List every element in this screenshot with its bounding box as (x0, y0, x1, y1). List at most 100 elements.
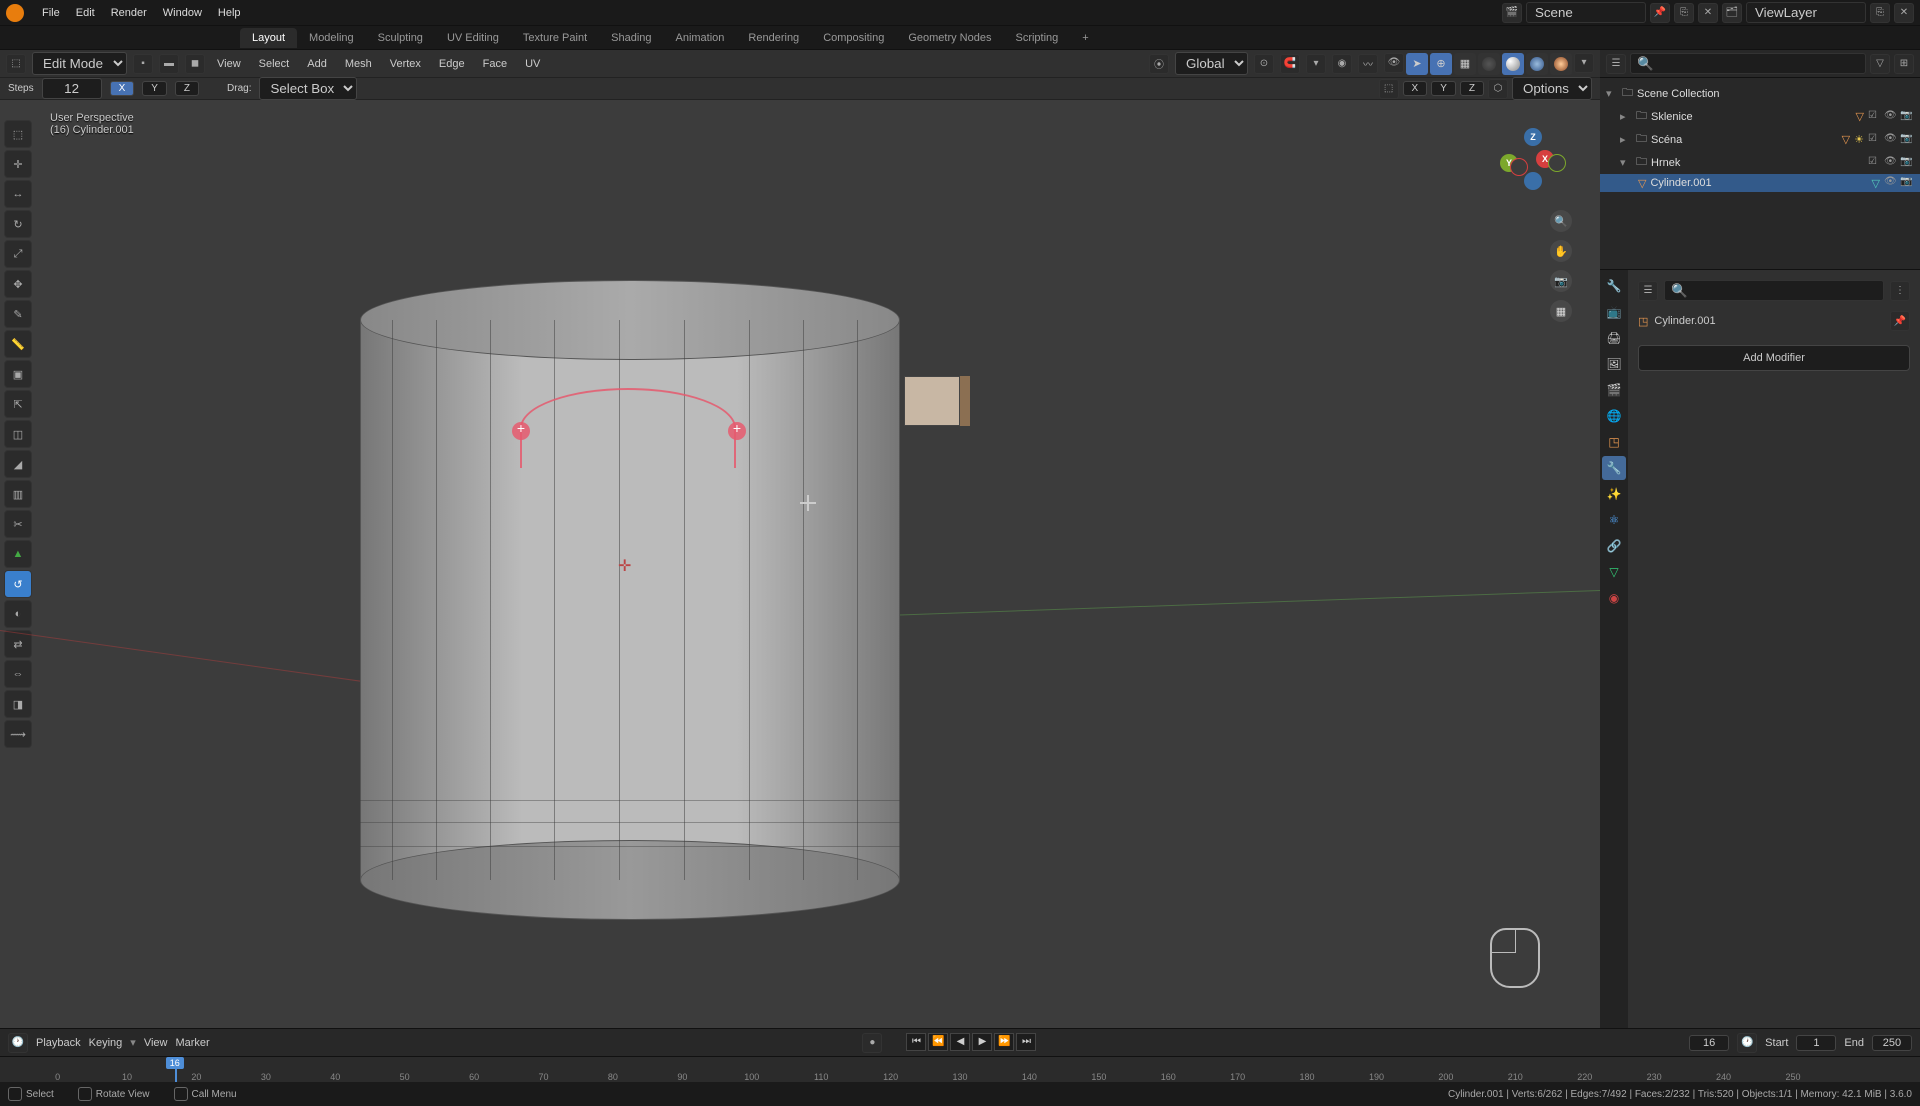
axis-y-toggle[interactable]: Y (142, 81, 167, 96)
face-select-icon[interactable]: ◼ (185, 54, 205, 74)
tab-animation[interactable]: Animation (664, 28, 737, 48)
prop-breadcrumb-icon[interactable]: ☰ (1638, 281, 1658, 301)
automerge-icon[interactable]: ⬡ (1488, 79, 1508, 99)
vertex-select-icon[interactable]: ▪ (133, 54, 153, 74)
snap-icon[interactable]: 🧲 (1280, 54, 1300, 74)
snap-type-icon[interactable]: ▾ (1306, 54, 1326, 74)
prop-options-icon[interactable]: ⋮ (1890, 281, 1910, 301)
nav-axis-neg-y[interactable] (1548, 154, 1566, 172)
tree-item-scena[interactable]: ▸🗀 Scéna ▽☀ ☑👁📷 (1600, 128, 1920, 151)
tab-scripting[interactable]: Scripting (1003, 28, 1070, 48)
prop-tab-data[interactable]: ▽ (1602, 560, 1626, 584)
edge-select-icon[interactable]: ▬ (159, 54, 179, 74)
menu-help[interactable]: Help (210, 7, 249, 19)
nav-axis-z[interactable]: Z (1524, 128, 1542, 146)
menu-edit[interactable]: Edit (68, 7, 103, 19)
scene-browse-icon[interactable]: 🎬 (1502, 3, 1522, 23)
outliner-new-collection-icon[interactable]: ⊞ (1894, 54, 1914, 74)
tab-compositing[interactable]: Compositing (811, 28, 896, 48)
current-frame-input[interactable]: 16 (1689, 1035, 1729, 1051)
axis-y-display[interactable]: Y (1431, 81, 1456, 96)
menu-render[interactable]: Render (103, 7, 155, 19)
steps-input[interactable] (42, 78, 102, 99)
jump-end-icon[interactable]: ⏭ (1016, 1033, 1036, 1051)
tree-item-cylinder[interactable]: ▽ Cylinder.001 ▽ 👁📷 (1600, 174, 1920, 192)
editor-type-icon[interactable]: ⬚ (6, 54, 26, 74)
drag-dropdown[interactable]: Select Box (259, 77, 357, 100)
nav-axis-neg-z[interactable] (1524, 172, 1542, 190)
viewlayer-input[interactable] (1746, 2, 1866, 23)
vp-menu-mesh[interactable]: Mesh (339, 58, 378, 70)
shade-solid-icon[interactable] (1502, 53, 1524, 75)
tree-item-hrnek[interactable]: ▾🗀 Hrnek ☑👁📷 (1600, 151, 1920, 174)
xray-icon[interactable]: ▦ (1454, 53, 1476, 75)
menu-window[interactable]: Window (155, 7, 210, 19)
prop-tab-material[interactable]: ◉ (1602, 586, 1626, 610)
perspective-icon[interactable]: ▦ (1550, 300, 1572, 322)
pan-icon[interactable]: ✋ (1550, 240, 1572, 262)
axis-x-toggle[interactable]: X (110, 81, 135, 96)
tab-modeling[interactable]: Modeling (297, 28, 366, 48)
options-dropdown[interactable]: Options (1512, 77, 1592, 100)
outliner-filter-icon[interactable]: ▽ (1870, 54, 1890, 74)
tab-texturepaint[interactable]: Texture Paint (511, 28, 599, 48)
shade-options-icon[interactable]: ▾ (1574, 53, 1594, 73)
tab-rendering[interactable]: Rendering (736, 28, 811, 48)
jump-start-icon[interactable]: ⏮ (906, 1033, 926, 1051)
spin-gizmo-arc[interactable] (520, 388, 736, 468)
pin-icon[interactable]: 📌 (1890, 311, 1910, 331)
nav-axis-neg-x[interactable] (1510, 158, 1528, 176)
tab-add[interactable]: + (1070, 28, 1100, 48)
axis-z-display[interactable]: Z (1460, 81, 1484, 96)
prop-tab-scene[interactable]: 🎬 (1602, 378, 1626, 402)
scene-delete-icon[interactable]: ✕ (1698, 3, 1718, 23)
scene-pin-icon[interactable]: 📌 (1650, 3, 1670, 23)
pivot-icon[interactable]: ⊙ (1254, 54, 1274, 74)
menu-file[interactable]: File (34, 7, 68, 19)
visibility-icon[interactable]: 👁 (1384, 53, 1404, 73)
tree-scene-collection[interactable]: ▾🗀 Scene Collection (1600, 82, 1920, 105)
tl-menu-view[interactable]: View (144, 1037, 168, 1049)
outliner-search[interactable] (1630, 53, 1866, 74)
play-icon[interactable]: ▶ (972, 1033, 992, 1051)
preview-range-icon[interactable]: 🕐 (1737, 1033, 1757, 1053)
prop-tab-world[interactable]: 🌐 (1602, 404, 1626, 428)
shade-rendered-icon[interactable] (1550, 53, 1572, 75)
scene-new-icon[interactable]: ⎘ (1674, 3, 1694, 23)
viewlayer-delete-icon[interactable]: ✕ (1894, 3, 1914, 23)
timeline-editor-icon[interactable]: 🕐 (8, 1033, 28, 1053)
play-reverse-icon[interactable]: ◀ (950, 1033, 970, 1051)
tab-sculpting[interactable]: Sculpting (366, 28, 435, 48)
spin-gizmo-plus-left[interactable]: + (512, 422, 530, 440)
prop-tab-output[interactable]: 🖨 (1602, 326, 1626, 350)
keyframe-next-icon[interactable]: ⏩ (994, 1033, 1014, 1051)
shade-wire-icon[interactable] (1478, 53, 1500, 75)
tl-menu-keying[interactable]: Keying (89, 1037, 123, 1049)
zoom-icon[interactable]: 🔍 (1550, 210, 1572, 232)
viewlayer-icon[interactable]: 🗂 (1722, 3, 1742, 23)
orientation-icon[interactable]: ⦿ (1149, 54, 1169, 74)
prop-search[interactable] (1664, 280, 1884, 301)
axis-x-display[interactable]: X (1403, 81, 1428, 96)
vp-menu-select[interactable]: Select (253, 58, 296, 70)
overlay-toggle-icon[interactable]: ⊕ (1430, 53, 1452, 75)
proportional-icon[interactable]: ◉ (1332, 54, 1352, 74)
tl-menu-marker[interactable]: Marker (175, 1037, 209, 1049)
vp-menu-edge[interactable]: Edge (433, 58, 471, 70)
tab-geometrynodes[interactable]: Geometry Nodes (896, 28, 1003, 48)
mesh-display-icon[interactable]: ⬚ (1379, 79, 1399, 99)
tree-item-sklenice[interactable]: ▸🗀 Sklenice ▽ ☑👁📷 (1600, 105, 1920, 128)
camera-icon[interactable]: 📷 (1550, 270, 1572, 292)
keyframe-prev-icon[interactable]: ⏪ (928, 1033, 948, 1051)
scene-name-input[interactable] (1526, 2, 1646, 23)
prop-tab-modifier[interactable]: 🔧 (1602, 456, 1626, 480)
end-frame-input[interactable]: 250 (1872, 1035, 1912, 1051)
prop-tab-viewlayer[interactable]: 🖼 (1602, 352, 1626, 376)
mode-dropdown[interactable]: Edit Mode (32, 52, 127, 75)
3d-viewport[interactable]: ⬚ ✛ ↔ ↻ ⤢ ✥ ✎ 📏 ▣ ⇱ ◫ ◢ ▥ ✂ ▲ ↺ ◐ ⇄ ⇔ ◨ (0, 100, 1600, 1028)
tab-shading[interactable]: Shading (599, 28, 663, 48)
tab-uvediting[interactable]: UV Editing (435, 28, 511, 48)
timeline-track[interactable]: 16 0102030405060708090100110120130140150… (0, 1056, 1920, 1082)
tl-menu-playback[interactable]: Playback (36, 1037, 81, 1049)
vp-menu-add[interactable]: Add (301, 58, 333, 70)
